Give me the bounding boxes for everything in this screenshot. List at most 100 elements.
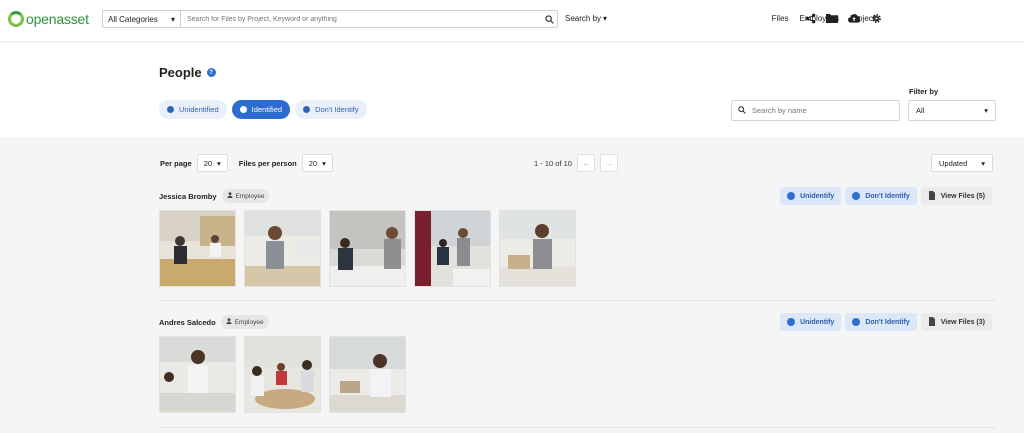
role-label: Employee xyxy=(234,318,264,326)
sort-select[interactable]: Updated ▾ xyxy=(931,154,993,172)
category-select[interactable]: All Categories ▾ xyxy=(103,11,181,27)
logo-mark-icon xyxy=(8,11,24,27)
unidentify-button[interactable]: Unidentify xyxy=(780,313,842,331)
person-name[interactable]: Jessica Bromby xyxy=(159,192,217,201)
dont-identify-label: Don't Identify xyxy=(865,192,910,200)
search-input[interactable] xyxy=(181,15,541,23)
tab-label: Unidentified xyxy=(179,105,219,114)
gear-icon[interactable] xyxy=(870,12,882,24)
dont-identify-label: Don't Identify xyxy=(865,318,910,326)
files-per-person-select[interactable]: 20 ▾ xyxy=(301,154,333,172)
photo-thumbnail[interactable] xyxy=(159,210,236,287)
photo-thumbnail[interactable] xyxy=(244,336,321,413)
top-bar: openasset All Categories ▾ Search by ▾ F… xyxy=(0,0,1024,42)
name-search-field xyxy=(731,100,900,121)
global-search: All Categories ▾ xyxy=(102,10,558,28)
thumbnail-strip xyxy=(159,210,995,287)
photo-thumbnail[interactable] xyxy=(244,210,321,287)
next-page-button[interactable]: → xyxy=(599,154,618,172)
tab-unidentified[interactable]: Unidentified xyxy=(159,100,227,119)
view-files-button[interactable]: View Files (3) xyxy=(920,313,992,331)
files-per-person-value: 20 xyxy=(308,158,318,168)
search-icon[interactable] xyxy=(541,11,557,27)
chevron-down-icon: ▾ xyxy=(170,14,175,24)
per-page-value: 20 xyxy=(203,158,213,168)
caret-down-icon: ▾ xyxy=(322,158,326,168)
page-range: 1 - 10 of 10 xyxy=(534,158,572,168)
logo-text: openasset xyxy=(26,11,89,27)
photo-thumbnail[interactable] xyxy=(329,210,406,287)
people-header: People ? Unidentified Identified Don't I… xyxy=(0,43,1024,139)
face-icon xyxy=(787,192,796,200)
tab-label: Don't Identify xyxy=(315,105,359,114)
filter-label: Filter by xyxy=(909,87,939,96)
role-badge: Employee xyxy=(221,189,270,203)
user-icon xyxy=(226,318,232,326)
toolbar-icons xyxy=(804,12,882,24)
face-icon xyxy=(787,318,796,326)
pagination-settings: Per page 20 ▾ Files per person 20 ▾ xyxy=(160,154,333,172)
filter-select[interactable]: All ▾ xyxy=(908,100,996,121)
arrow-left-icon: ← xyxy=(581,158,591,168)
person-card: Jessica Bromby Employee Unidentify Don't… xyxy=(159,187,995,287)
face-icon xyxy=(852,192,861,200)
search-by-label: Search by xyxy=(565,14,602,23)
role-label: Employee xyxy=(235,192,265,200)
page-title: People ? xyxy=(159,65,216,80)
name-search-input[interactable] xyxy=(752,106,882,115)
dont-identify-button[interactable]: Don't Identify xyxy=(845,187,917,205)
face-icon xyxy=(239,106,247,113)
divider xyxy=(159,427,995,428)
files-icon xyxy=(928,316,936,328)
view-files-label: View Files (3) xyxy=(940,318,985,326)
identification-tabs: Unidentified Identified Don't Identify xyxy=(159,100,367,119)
caret-down-icon: ▾ xyxy=(217,158,221,168)
face-icon xyxy=(167,106,174,113)
caret-down-icon: ▾ xyxy=(981,158,985,168)
category-select-value: All Categories xyxy=(108,14,158,24)
thumbnail-strip xyxy=(159,336,995,413)
filter-select-value: All xyxy=(916,106,925,115)
unidentify-button[interactable]: Unidentify xyxy=(780,187,842,205)
nav-files[interactable]: Files xyxy=(772,14,789,23)
person-actions: Unidentify Don't Identify View Files (5) xyxy=(780,187,992,205)
tab-dont-identify[interactable]: Don't Identify xyxy=(295,100,367,119)
person-actions: Unidentify Don't Identify View Files (3) xyxy=(780,313,992,331)
tab-label: Identified xyxy=(251,105,283,114)
sort-select-value: Updated xyxy=(939,158,968,168)
view-files-label: View Files (5) xyxy=(940,192,985,200)
caret-down-icon: ▾ xyxy=(984,106,988,115)
page-title-text: People xyxy=(159,65,202,80)
files-per-person-label: Files per person xyxy=(238,158,297,168)
person-card: Andres Salcedo Employee Unidentify Don't… xyxy=(159,313,995,413)
face-icon xyxy=(852,318,861,326)
caret-down-icon: ▾ xyxy=(603,14,608,23)
unidentify-label: Unidentify xyxy=(800,318,835,326)
photo-thumbnail[interactable] xyxy=(159,336,236,413)
photo-thumbnail[interactable] xyxy=(499,210,576,287)
arrow-right-icon: → xyxy=(604,158,614,168)
openasset-logo[interactable]: openasset xyxy=(8,10,89,28)
tab-identified[interactable]: Identified xyxy=(231,100,291,119)
share-icon[interactable] xyxy=(804,12,816,24)
folder-icon[interactable] xyxy=(826,12,838,24)
search-icon xyxy=(738,105,746,116)
search-by-dropdown[interactable]: Search by ▾ xyxy=(565,14,607,23)
prev-page-button[interactable]: ← xyxy=(576,154,595,172)
help-icon[interactable]: ? xyxy=(206,68,216,77)
per-page-label: Per page xyxy=(160,158,192,168)
user-icon xyxy=(226,192,233,200)
unidentify-label: Unidentify xyxy=(800,192,835,200)
dont-identify-button[interactable]: Don't Identify xyxy=(845,313,917,331)
face-icon xyxy=(303,106,311,113)
divider xyxy=(159,300,995,301)
role-badge: Employee xyxy=(220,315,269,329)
photo-thumbnail[interactable] xyxy=(414,210,491,287)
person-name[interactable]: Andres Salcedo xyxy=(159,318,216,327)
per-page-select[interactable]: 20 ▾ xyxy=(196,154,228,172)
photo-thumbnail[interactable] xyxy=(329,336,406,413)
files-icon xyxy=(928,190,936,202)
cloud-upload-icon[interactable] xyxy=(848,12,860,24)
pager: 1 - 10 of 10 ← → xyxy=(534,154,618,172)
view-files-button[interactable]: View Files (5) xyxy=(920,187,992,205)
